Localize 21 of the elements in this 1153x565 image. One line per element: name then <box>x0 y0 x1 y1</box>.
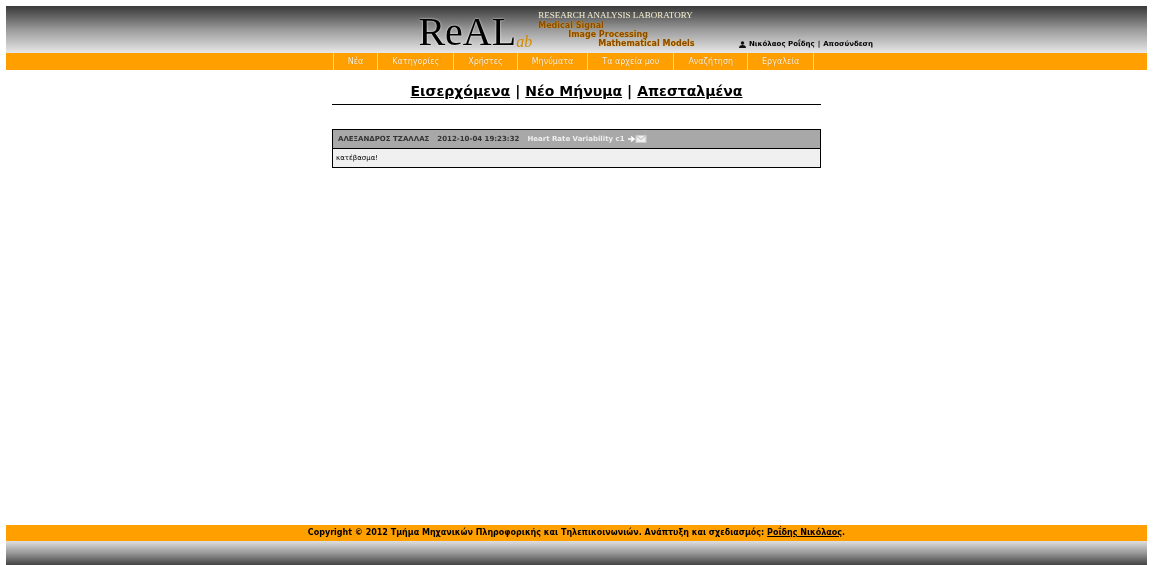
logo-subtitle: Medical Signal <box>538 20 604 30</box>
logo-subtitle: Image Processing <box>568 29 648 39</box>
nav-item[interactable]: Κατηγορίες <box>378 53 455 70</box>
nav-item[interactable]: Εργαλεία <box>748 53 815 70</box>
logo-suffix: ab <box>516 33 533 50</box>
nav-item[interactable]: Χρήστες <box>454 53 518 70</box>
copyright-text: Copyright © 2012 Τμήμα Μηχανικών Πληροφορικής και Τηλεπικοινωνιών. Ανάπτυξη και σχεδιασμός: Ροΐδης Νικόλαος. <box>307 527 846 539</box>
mailbox-tab[interactable]: Εισερχόμενα <box>410 81 511 102</box>
nav-item[interactable]: Αναζήτηση <box>674 53 749 70</box>
separator-text: | <box>627 82 633 102</box>
user-icon <box>739 40 746 48</box>
mailbox-tab[interactable]: Απεσταλμένα <box>637 81 743 102</box>
nav-item[interactable]: Νέα <box>333 53 379 70</box>
nav-item[interactable]: Τα αρχεία μου <box>588 53 675 70</box>
mailbox-tab[interactable]: Νέο Μήνυμα <box>525 81 623 102</box>
logo-tagline: RESEARCH ANALYSIS LABORATORY <box>538 9 694 21</box>
forward-mail-icon[interactable] <box>627 135 647 143</box>
logo-subtitle: Mathematical Models <box>598 38 695 48</box>
logo-title: ReAL <box>418 11 517 52</box>
separator-text: | <box>515 82 521 102</box>
nav-item[interactable]: Μηνύματα <box>517 53 589 70</box>
